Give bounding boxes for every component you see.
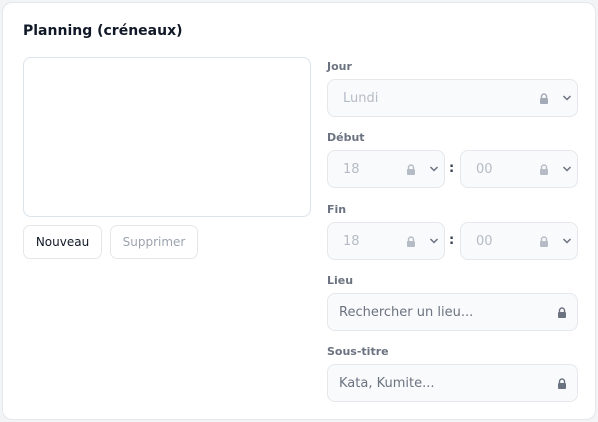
end-minute-value: 00 [476, 233, 493, 249]
place-label: Lieu [327, 274, 354, 287]
chevron-down-icon [429, 166, 439, 172]
day-value: Lundi [343, 90, 379, 106]
start-label: Début [327, 131, 365, 144]
start-minute-value: 00 [476, 161, 493, 177]
place-placeholder: Rechercher un lieu... [339, 304, 474, 320]
chevron-down-icon [562, 95, 572, 101]
end-hour-select[interactable]: 18 [327, 222, 445, 260]
start-minute-select[interactable]: 00 [460, 150, 578, 188]
panel-title: Planning (créneaux) [23, 23, 183, 39]
end-time-separator: : [449, 233, 455, 248]
lock-icon [540, 93, 548, 104]
lock-icon [540, 164, 548, 175]
chevron-down-icon [562, 166, 572, 172]
lock-icon [407, 164, 415, 175]
delete-slot-button[interactable]: Supprimer [110, 225, 198, 259]
lock-icon [558, 307, 566, 318]
start-time-separator: : [449, 161, 455, 176]
subtitle-input[interactable]: Kata, Kumite... [327, 364, 578, 402]
chevron-down-icon [429, 238, 439, 244]
subtitle-placeholder: Kata, Kumite... [339, 375, 435, 391]
new-slot-button[interactable]: Nouveau [23, 225, 102, 259]
subtitle-label: Sous-titre [327, 345, 389, 358]
end-label: Fin [327, 203, 347, 216]
planning-panel: Planning (créneaux) Nouveau Supprimer Jo… [2, 2, 596, 420]
start-hour-select[interactable]: 18 [327, 150, 445, 188]
day-label: Jour [327, 60, 352, 73]
lock-icon [558, 378, 566, 389]
chevron-down-icon [562, 238, 572, 244]
end-hour-value: 18 [343, 233, 360, 249]
start-hour-value: 18 [343, 161, 360, 177]
day-select[interactable]: Lundi [327, 79, 578, 117]
end-minute-select[interactable]: 00 [460, 222, 578, 260]
place-input[interactable]: Rechercher un lieu... [327, 293, 578, 331]
lock-icon [540, 236, 548, 247]
lock-icon [407, 236, 415, 247]
slots-list[interactable] [23, 57, 311, 217]
